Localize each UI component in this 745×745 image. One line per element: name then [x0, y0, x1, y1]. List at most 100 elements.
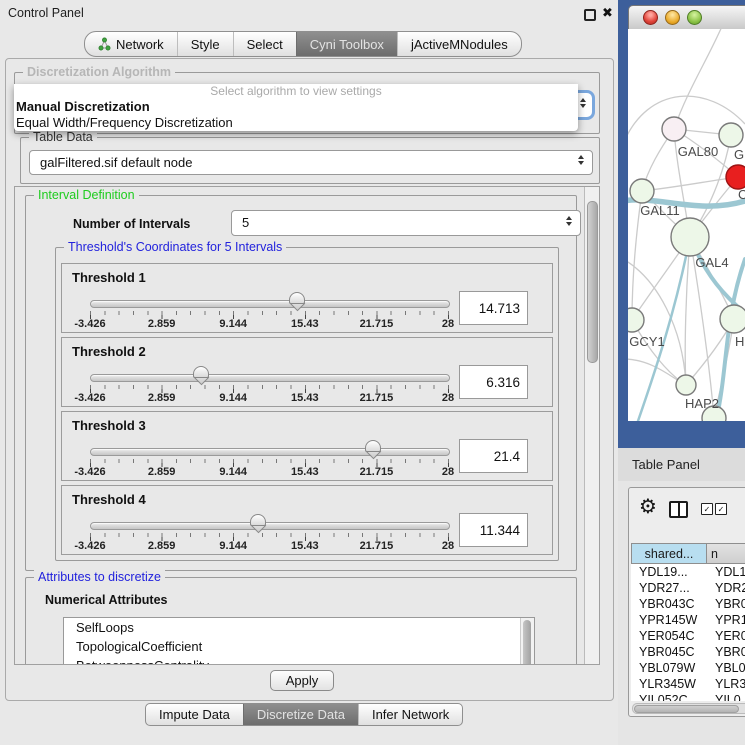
- attribute-list-item[interactable]: BetweennessCentrality: [64, 656, 534, 665]
- slider-thumb[interactable]: [250, 514, 266, 534]
- axis-tick-label: 21.715: [360, 318, 394, 330]
- tab-cyni-toolbox[interactable]: Cyni Toolbox: [296, 32, 397, 56]
- tab-label: Select: [247, 37, 283, 52]
- table-cell[interactable]: YDR2: [707, 580, 745, 596]
- node-label-gal4: GAL4: [695, 255, 728, 270]
- table-cell[interactable]: YDR27...: [631, 580, 707, 596]
- node-hap2[interactable]: [676, 375, 696, 395]
- attribute-list-item[interactable]: SelfLoops: [64, 618, 534, 637]
- table-cell[interactable]: YBR0: [707, 596, 745, 612]
- attribute-items: SelfLoopsTopologicalCoefficientBetweenne…: [64, 618, 534, 665]
- table-row[interactable]: YDL19... YDL1: [631, 564, 745, 580]
- node-gcy1[interactable]: [628, 308, 644, 332]
- table-cell[interactable]: YIL0: [707, 692, 741, 701]
- table-data-combobox[interactable]: galFiltered.sif default node: [29, 150, 593, 175]
- node-gal11[interactable]: [630, 179, 654, 203]
- top-tab-bar: Network Style Select Cyni Toolbox jActiv…: [84, 31, 522, 57]
- slider-thumb[interactable]: [289, 292, 305, 312]
- node-gal4[interactable]: [671, 218, 709, 256]
- close-icon[interactable]: ✖: [602, 5, 613, 21]
- table-cell[interactable]: YBL079W: [631, 660, 707, 676]
- threshold-value-field[interactable]: 6.316: [459, 365, 528, 399]
- table-cell[interactable]: YBR045C: [631, 644, 707, 660]
- apply-button[interactable]: Apply: [270, 670, 334, 691]
- network-canvas[interactable]: GAL80 G C GAL11 GAL4 GCY1 H HAP2: [628, 29, 745, 421]
- table-panel-title: Table Panel: [632, 457, 700, 472]
- table-cell[interactable]: YER054C: [631, 628, 707, 644]
- network-window-titlebar[interactable]: [628, 5, 745, 30]
- checkbox-icon[interactable]: ✓: [701, 503, 713, 515]
- table-cell[interactable]: YPR1: [707, 612, 745, 628]
- spinner-stepper-icon[interactable]: [566, 216, 572, 226]
- tab-discretize-data[interactable]: Discretize Data: [243, 704, 358, 725]
- node-unlabeled[interactable]: [719, 123, 743, 147]
- panel-title: Control Panel: [8, 6, 84, 20]
- table-cell[interactable]: YPR145W: [631, 612, 707, 628]
- list-scrollbar-thumb[interactable]: [523, 620, 531, 665]
- column-header-shared[interactable]: shared...: [631, 543, 707, 564]
- panel-scrollbar-thumb[interactable]: [587, 201, 598, 363]
- node-label-partial-h: H: [735, 334, 744, 349]
- threshold-slider-track[interactable]: [90, 374, 450, 382]
- numerical-attributes-list[interactable]: SelfLoopsTopologicalCoefficientBetweenne…: [63, 617, 535, 665]
- table-row[interactable]: YER054C YER0: [631, 628, 745, 644]
- checkbox-icon[interactable]: ✓: [715, 503, 727, 515]
- table-row[interactable]: YDR27... YDR2: [631, 580, 745, 596]
- float-window-icon[interactable]: [584, 9, 596, 21]
- attribute-list-item[interactable]: TopologicalCoefficient: [64, 637, 534, 656]
- table-row[interactable]: YPR145W YPR1: [631, 612, 745, 628]
- table-cell[interactable]: YLR3: [707, 676, 745, 692]
- threshold-slider-track[interactable]: [90, 522, 450, 530]
- threshold-panel: Threshold 2 -3.4262.8599.14415.4321.7152…: [61, 337, 553, 407]
- table-panel-titlebar: Table Panel: [618, 448, 745, 481]
- tab-impute-data[interactable]: Impute Data: [146, 704, 243, 725]
- minimize-traffic-light-icon[interactable]: [665, 10, 680, 25]
- tab-style[interactable]: Style: [177, 32, 233, 56]
- table-hscrollbar[interactable]: [632, 703, 745, 714]
- slider-thumb[interactable]: [193, 366, 209, 386]
- list-scrollbar[interactable]: [520, 618, 534, 665]
- table-cell[interactable]: YBL0: [707, 660, 745, 676]
- column-header-name[interactable]: n: [707, 543, 745, 564]
- slider-thumb[interactable]: [365, 440, 381, 460]
- tab-network[interactable]: Network: [85, 32, 177, 56]
- panel-scrollbar[interactable]: [584, 187, 599, 664]
- table-cell[interactable]: YLR345W: [631, 676, 707, 692]
- threshold-value-field[interactable]: 14.713: [459, 291, 528, 325]
- close-traffic-light-icon[interactable]: [643, 10, 658, 25]
- table-row[interactable]: YBR045C YBR0: [631, 644, 745, 660]
- table-hscrollbar-thumb[interactable]: [634, 705, 739, 713]
- node-selected-red[interactable]: [726, 165, 745, 189]
- table-cell[interactable]: YER0: [707, 628, 745, 644]
- table-cell[interactable]: YDL1: [707, 564, 745, 580]
- node-gal80[interactable]: [662, 117, 686, 141]
- node-h[interactable]: [720, 305, 745, 333]
- table-cell[interactable]: YIL052C: [631, 692, 707, 701]
- axis-tick-label: 9.144: [219, 392, 247, 404]
- table-cell[interactable]: YDL19...: [631, 564, 707, 580]
- combo-stepper-icon[interactable]: [580, 98, 586, 108]
- table-row[interactable]: YIL052C YIL0: [631, 692, 745, 701]
- combo-stepper-icon[interactable]: [578, 155, 584, 165]
- axis-tick-label: 15.43: [291, 540, 319, 552]
- split-panel-icon[interactable]: [669, 501, 688, 518]
- gear-icon[interactable]: ⚙: [639, 497, 657, 517]
- dropdown-option-equal-width[interactable]: Equal Width/Frequency Discretization: [14, 115, 578, 131]
- table-row[interactable]: YBL079W YBL0: [631, 660, 745, 676]
- table-cell[interactable]: YBR043C: [631, 596, 707, 612]
- threshold-slider-track[interactable]: [90, 300, 450, 308]
- table-cell[interactable]: YBR0: [707, 644, 745, 660]
- threshold-value-field[interactable]: 21.4: [459, 439, 528, 473]
- table-row[interactable]: YLR345W YLR3: [631, 676, 745, 692]
- tab-infer-network[interactable]: Infer Network: [358, 704, 462, 725]
- table-row[interactable]: YBR043C YBR0: [631, 596, 745, 612]
- threshold-value-field[interactable]: 11.344: [459, 513, 528, 547]
- tab-label: Network: [116, 37, 164, 52]
- num-intervals-spinner[interactable]: 5: [231, 210, 581, 236]
- node-label-partial-g: G: [734, 147, 744, 162]
- threshold-slider-track[interactable]: [90, 448, 450, 456]
- tab-jactivemnodules[interactable]: jActiveMNodules: [397, 32, 521, 56]
- dropdown-option-manual[interactable]: Manual Discretization: [14, 99, 578, 115]
- zoom-traffic-light-icon[interactable]: [687, 10, 702, 25]
- tab-select[interactable]: Select: [233, 32, 296, 56]
